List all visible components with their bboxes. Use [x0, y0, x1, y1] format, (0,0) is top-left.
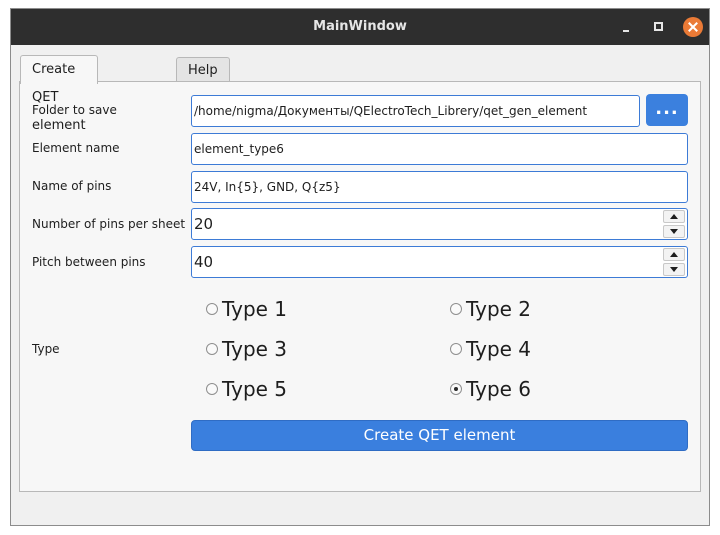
radio-button[interactable]: [206, 343, 218, 355]
pitch-stepper: [661, 247, 687, 277]
folder-path-input[interactable]: /home/nigma/Документы/QElectroTech_Libre…: [191, 95, 640, 127]
window-title: MainWindow: [313, 19, 407, 34]
radio-label[interactable]: Type 4: [466, 338, 531, 360]
tab-help[interactable]: Help: [176, 57, 230, 83]
type-label: Type: [32, 342, 60, 356]
radio-button[interactable]: [450, 343, 462, 355]
pitch-spinbox[interactable]: 40: [191, 246, 688, 278]
radio-label[interactable]: Type 2: [466, 298, 531, 320]
radio-label[interactable]: Type 1: [222, 298, 287, 320]
pin-names-label: Name of pins: [32, 179, 112, 193]
pins-per-sheet-label: Number of pins per sheet: [32, 217, 186, 231]
title-bar: MainWindow: [11, 9, 709, 45]
minimize-icon[interactable]: [617, 17, 637, 37]
element-name-input[interactable]: element_type6: [191, 133, 688, 165]
chevron-down-icon[interactable]: [663, 263, 685, 276]
radio-button[interactable]: [450, 383, 462, 395]
radio-label[interactable]: Type 5: [222, 378, 287, 400]
pitch-value[interactable]: 40: [194, 247, 213, 277]
chevron-down-icon[interactable]: [663, 225, 685, 238]
chevron-up-icon[interactable]: [663, 248, 685, 261]
create-qet-element-button[interactable]: Create QET element: [191, 420, 688, 451]
element-name-label: Element name: [32, 141, 120, 155]
radio-checked-dot: [454, 387, 458, 391]
pin-names-input[interactable]: 24V, In{5}, GND, Q{z5}: [191, 171, 688, 203]
radio-button[interactable]: [206, 303, 218, 315]
pins-per-sheet-value[interactable]: 20: [194, 209, 213, 239]
radio-button[interactable]: [206, 383, 218, 395]
pitch-label: Pitch between pins: [32, 255, 146, 269]
radio-label[interactable]: Type 6: [466, 378, 531, 400]
chevron-up-icon[interactable]: [663, 210, 685, 223]
close-icon[interactable]: [683, 17, 703, 37]
browse-folder-button[interactable]: ...: [646, 94, 688, 126]
maximize-icon[interactable]: [649, 17, 669, 37]
radio-label[interactable]: Type 3: [222, 338, 287, 360]
pins-per-sheet-spinbox[interactable]: 20: [191, 208, 688, 240]
pins-per-sheet-stepper: [661, 209, 687, 239]
tab-create-qet-element[interactable]: Create QET element: [20, 55, 98, 133]
radio-button[interactable]: [450, 303, 462, 315]
